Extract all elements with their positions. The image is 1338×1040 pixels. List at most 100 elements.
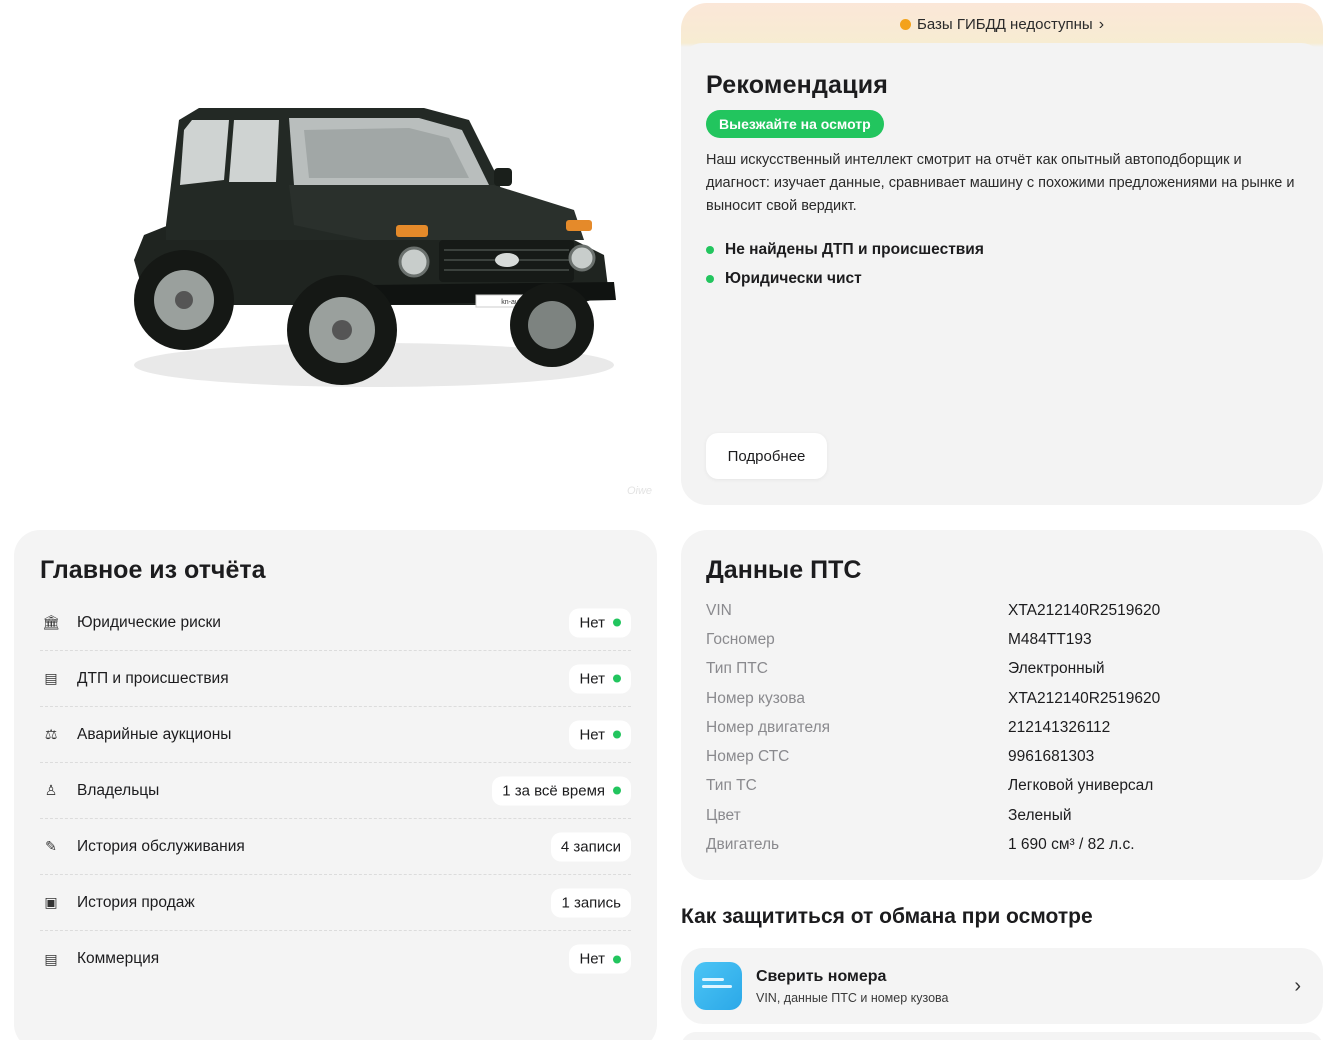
pts-value: 1 690 см³ / 82 л.с.	[1008, 836, 1135, 854]
table-row: Двигатель 1 690 см³ / 82 л.с.	[706, 830, 1160, 859]
tip-subtitle: VIN, данные ПТС и номер кузова	[756, 991, 949, 1005]
status-badge: Нет	[569, 720, 631, 749]
row-label: ДТП и происшествия	[77, 669, 229, 687]
status-badge: 4 записи	[550, 832, 631, 861]
green-dot-icon	[613, 730, 621, 739]
summary-row-accidents[interactable]: ▤ ДТП и происшествия Нет	[40, 651, 631, 707]
table-row: Тип ТС Легковой универсал	[706, 772, 1160, 801]
pts-key: VIN	[706, 601, 732, 619]
status-badge: 1 запись	[551, 888, 631, 917]
car-image: kn-auto.ru	[134, 108, 616, 387]
recommendation-point: Юридически чист	[706, 264, 1298, 293]
warning-dot-icon	[899, 19, 911, 30]
car-photo: kn-auto.ru Oiwe	[14, 0, 658, 505]
pts-key: Номер кузова	[706, 689, 805, 707]
recommendation-title: Рекомендация	[706, 71, 889, 99]
table-row: Госномер М484ТТ193	[706, 625, 1160, 654]
green-dot-icon	[706, 274, 714, 283]
green-dot-icon	[613, 674, 621, 683]
row-label: Аварийные аукционы	[77, 725, 232, 743]
row-label: Коммерция	[77, 950, 160, 967]
status-text: Нет	[579, 950, 605, 968]
summary-row-auctions[interactable]: ⚖ Аварийные аукционы Нет	[40, 707, 631, 763]
pts-value: XTA212140R2519620	[1008, 601, 1161, 619]
pts-value: Электронный	[1008, 660, 1105, 678]
bank-icon: 🏛	[42, 614, 60, 630]
pts-key: Двигатель	[706, 836, 780, 854]
status-badge: Нет	[569, 944, 631, 974]
status-text: 4 записи	[560, 838, 621, 855]
tip-verify-numbers[interactable]: Сверить номера VIN, данные ПТС и номер к…	[681, 948, 1323, 1024]
document-icon: ▤	[44, 670, 58, 686]
status-badge: Нет	[569, 664, 631, 693]
pts-value: 9961681303	[1008, 748, 1095, 766]
status-badge: Нет	[569, 608, 631, 637]
verdict-badge: Выезжайте на осмотр	[706, 110, 884, 138]
green-dot-icon	[613, 618, 621, 627]
document-list-icon	[694, 962, 742, 1010]
status-badge: 1 за всё время	[492, 776, 631, 805]
pts-value: 212141326112	[1008, 718, 1111, 736]
tip-next-card[interactable]	[681, 1032, 1323, 1040]
status-text: 1 запись	[561, 894, 621, 911]
table-row: Цвет Зеленый	[706, 801, 1160, 830]
table-row: VIN XTA212140R2519620	[706, 596, 1160, 625]
summary-row-sales-history[interactable]: ▣ История продаж 1 запись	[40, 875, 631, 931]
table-row: Номер двигателя 212141326112	[706, 713, 1160, 742]
chevron-right-icon: ›	[1294, 975, 1301, 997]
pts-key: Тип ПТС	[706, 660, 768, 678]
gavel-icon: ⚖	[44, 726, 58, 742]
row-label: История обслуживания	[77, 837, 245, 855]
row-label: История продаж	[77, 893, 195, 911]
status-text: Нет	[579, 726, 605, 743]
document-icon: ▤	[44, 950, 58, 967]
chevron-right-icon: ›	[1098, 16, 1105, 33]
green-dot-icon	[613, 786, 621, 795]
person-icon: ♙	[44, 782, 58, 798]
receipt-icon: ▣	[44, 894, 58, 910]
table-row: Тип ПТС Электронный	[706, 655, 1160, 684]
pts-key: Номер СТС	[706, 748, 790, 766]
summary-row-service-history[interactable]: ✎ История обслуживания 4 записи	[40, 819, 631, 875]
status-text: 1 за всё время	[502, 782, 605, 799]
point-label: Не найдены ДТП и происшествия	[725, 240, 984, 258]
recommendation-card: Базы ГИБДД недоступны › Рекомендация Выез…	[681, 3, 1323, 505]
green-dot-icon	[706, 245, 714, 254]
more-details-button[interactable]: Подробнее	[706, 433, 827, 479]
summary-list: 🏛 Юридические риски Нет ▤ ДТП и происшес…	[40, 595, 631, 987]
summary-title: Главное из отчёта	[40, 556, 266, 584]
recommendation-description: Наш искусственный интеллект смотрит на о…	[706, 152, 1295, 214]
tip-title: Сверить номера	[756, 968, 887, 985]
pts-value: XTA212140R2519620	[1008, 689, 1161, 707]
point-label: Юридически чист	[725, 269, 862, 287]
pts-key: Госномер	[706, 630, 775, 648]
pts-key: Тип ТС	[706, 777, 757, 795]
report-summary-card: Главное из отчёта 🏛 Юридические риски Не…	[14, 530, 657, 1040]
table-row: Номер кузова XTA212140R2519620	[706, 684, 1160, 713]
gibdd-status-banner[interactable]: Базы ГИБДД недоступны ›	[681, 16, 1323, 34]
wrench-icon: ✎	[45, 838, 57, 854]
pts-key: Номер двигателя	[706, 718, 831, 736]
status-text: Нет	[579, 614, 605, 631]
green-dot-icon	[613, 955, 621, 963]
pts-table: VIN XTA212140R2519620 Госномер М484ТТ193 Т…	[706, 596, 1160, 860]
summary-row-owners[interactable]: ♙ Владельцы 1 за всё время	[40, 763, 631, 819]
pts-key: Цвет	[706, 806, 741, 824]
summary-row-legal-risks[interactable]: 🏛 Юридические риски Нет	[40, 595, 631, 651]
pts-value: М484ТТ193	[1008, 630, 1092, 648]
summary-row-commerce[interactable]: ▤ Коммерция Нет	[40, 931, 631, 987]
recommendation-body: Рекомендация Выезжайте на осмотр Наш иск…	[681, 43, 1323, 505]
table-row: Номер СТС 9961681303	[706, 742, 1160, 771]
banner-text: Базы ГИБДД недоступны	[916, 16, 1093, 33]
recommendation-point: Не найдены ДТП и происшествия	[706, 235, 1298, 264]
pts-title: Данные ПТС	[706, 556, 862, 584]
pts-data-card: Данные ПТС VIN XTA212140R2519620 Госномер…	[681, 530, 1323, 880]
row-label: Юридические риски	[77, 613, 221, 631]
row-label: Владельцы	[77, 781, 160, 799]
photo-watermark: Oiwe	[626, 485, 652, 497]
pts-value: Зеленый	[1008, 806, 1072, 824]
pts-value: Легковой универсал	[1008, 777, 1154, 795]
protect-section-title: Как защититься от обмана при осмотре	[681, 905, 1093, 928]
recommendation-points: Не найдены ДТП и происшествия Юридически…	[706, 235, 1298, 293]
status-text: Нет	[579, 670, 605, 687]
